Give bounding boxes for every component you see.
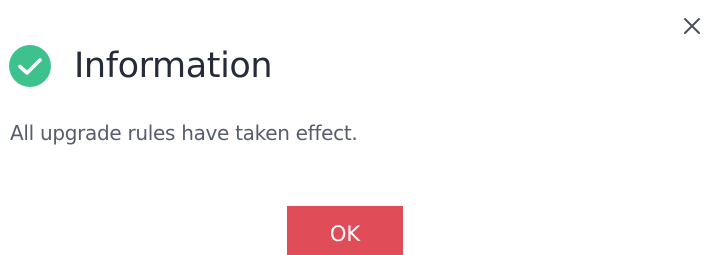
dialog-title: Information xyxy=(74,46,273,86)
close-icon xyxy=(684,18,700,34)
dialog-header: Information xyxy=(9,44,273,88)
ok-button[interactable]: OK xyxy=(287,206,403,255)
dialog-message: All upgrade rules have taken effect. xyxy=(10,121,358,145)
close-button[interactable] xyxy=(680,14,704,38)
check-circle-icon xyxy=(9,45,51,87)
information-dialog: Information All upgrade rules have taken… xyxy=(0,0,705,255)
